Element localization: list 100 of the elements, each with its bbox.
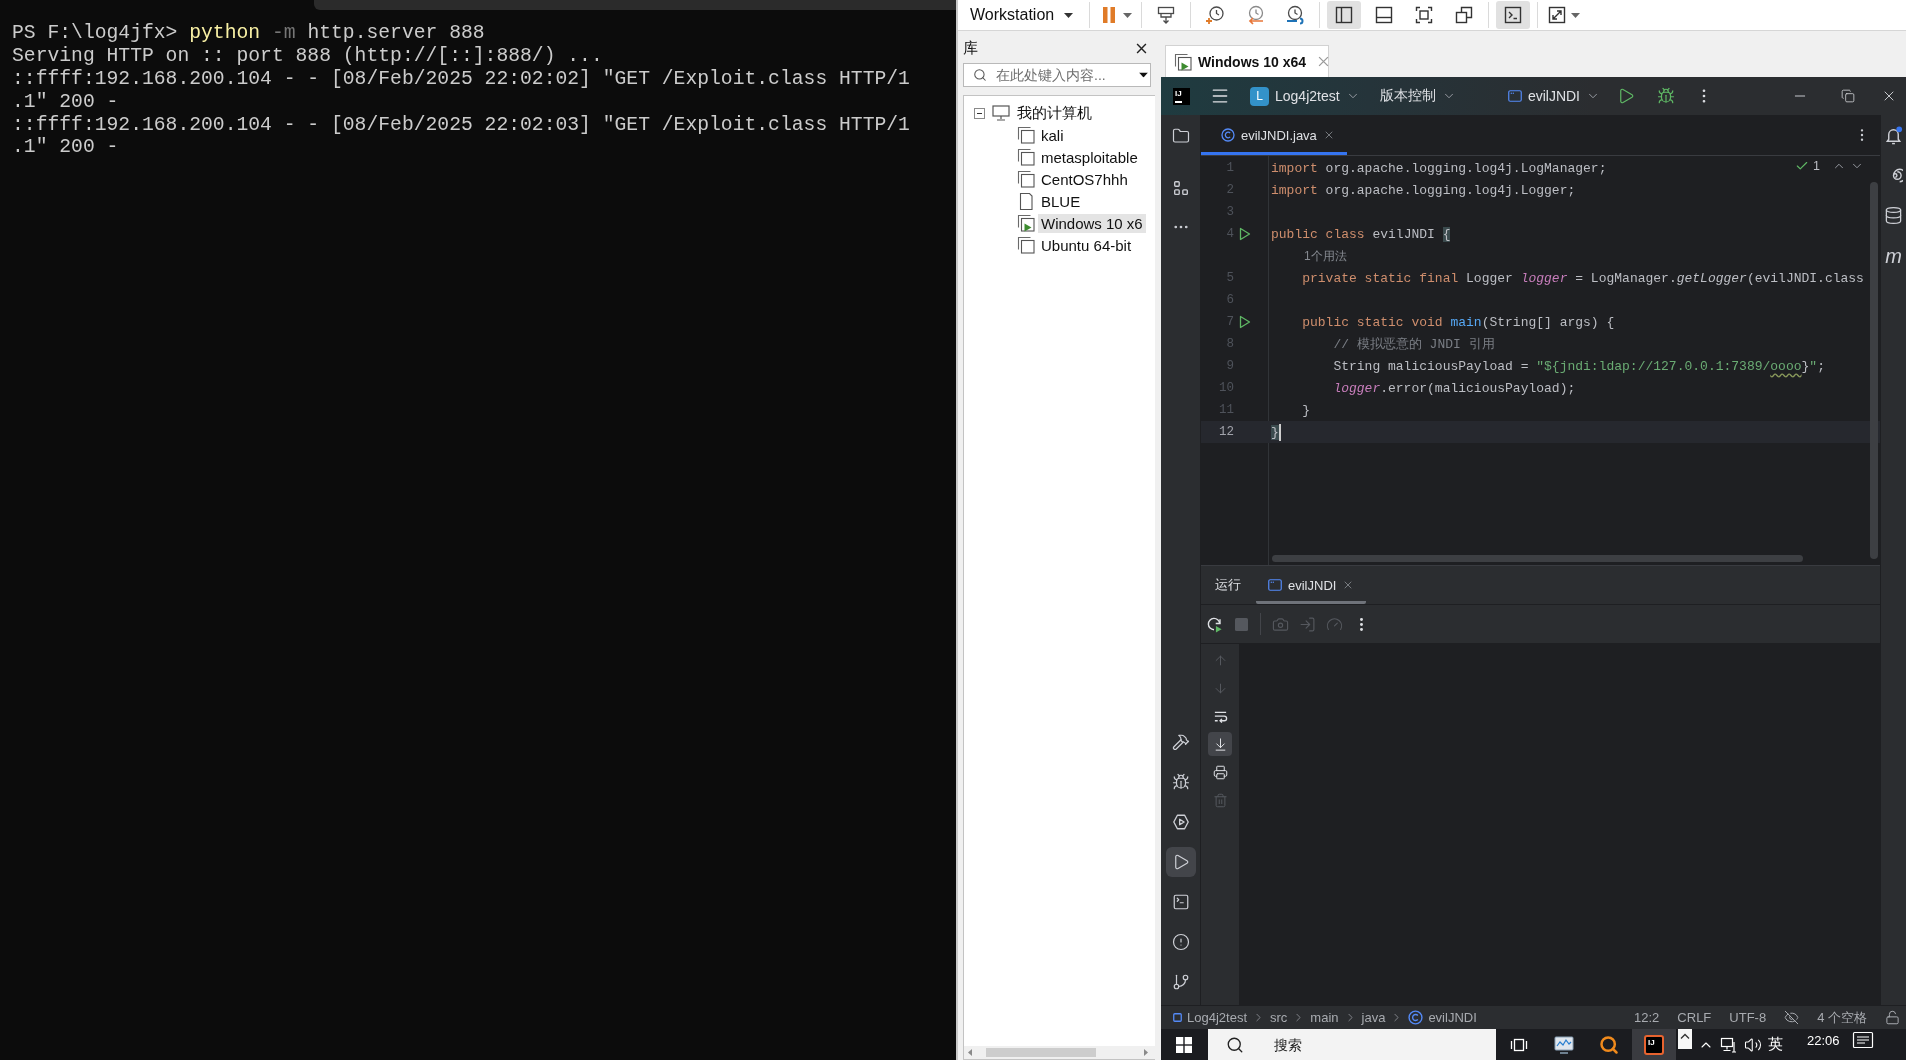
editor-tab[interactable]: evilJNDI.java	[1201, 115, 1347, 155]
window-panes-icon	[1176, 1036, 1192, 1053]
terminal-line: PS F:\log4jfx> python -m http.server 888	[12, 22, 485, 45]
hammer-icon[interactable]	[1171, 733, 1190, 751]
folder-icon[interactable]	[1171, 127, 1190, 145]
play-outline-icon[interactable]	[1239, 315, 1251, 329]
tree-item[interactable]: BLUE	[1038, 191, 1084, 211]
letter-m-button[interactable]: m	[1885, 246, 1902, 266]
run-config-selector[interactable]: evilJNDI	[1501, 81, 1606, 111]
breadcrumb[interactable]: main	[1310, 1010, 1339, 1025]
toolbar-button[interactable]	[1327, 1, 1362, 29]
tool-window-button[interactable]	[1165, 847, 1196, 877]
project-badge: L	[1250, 86, 1269, 106]
usage-hint[interactable]: 1个用法	[1304, 247, 1347, 265]
restore-icon[interactable]	[1841, 89, 1855, 103]
bug-icon[interactable]	[1657, 87, 1675, 105]
code-line: }	[1301, 401, 1310, 420]
stacked-windows-play-icon	[1174, 52, 1192, 71]
breadcrumb[interactable]: evilJNDI	[1408, 1010, 1477, 1025]
hexagon-play-icon[interactable]	[1171, 813, 1190, 831]
close-icon[interactable]	[1136, 43, 1147, 54]
lock-open-icon[interactable]	[1885, 1010, 1900, 1025]
workstation-menu[interactable]: Workstation	[968, 2, 1078, 28]
horizontal-scrollbar[interactable]	[1272, 555, 1803, 562]
line-number: 11	[1218, 403, 1235, 417]
line-number: 9	[1225, 359, 1235, 373]
tree-item[interactable]: 我的计算机	[1014, 102, 1095, 124]
inspection-count[interactable]: 1	[1813, 159, 1820, 173]
caret-down-icon[interactable]	[1139, 72, 1148, 78]
run-tab[interactable]: evilJNDI	[1256, 566, 1367, 604]
vertical-scrollbar[interactable]	[1870, 182, 1878, 559]
computer-icon	[992, 104, 1010, 122]
check-icon[interactable]	[1795, 159, 1810, 173]
caret-up-tile-icon[interactable]	[1678, 1029, 1692, 1049]
notification-icon[interactable]	[1851, 1029, 1874, 1051]
encoding-selector[interactable]: UTF-8	[1729, 1010, 1767, 1025]
terminal-icon[interactable]	[1171, 893, 1190, 911]
clock-time[interactable]: 22:06	[1807, 1029, 1840, 1048]
line-number: 12	[1218, 425, 1235, 439]
circle-c-icon	[1408, 1010, 1424, 1025]
tree-item[interactable]: Ubuntu 64-bit	[1038, 235, 1135, 255]
taskbar-app-button[interactable]: IJ	[1632, 1029, 1676, 1060]
eye-off-icon[interactable]	[1784, 1010, 1800, 1025]
search-icon	[973, 68, 987, 82]
tree-item[interactable]: kali	[1038, 125, 1067, 145]
vm-tab[interactable]: Windows 10 x64	[1165, 45, 1329, 77]
library-title: 库	[963, 39, 978, 58]
play-outline-icon[interactable]	[1239, 227, 1251, 241]
terminal-icon	[1503, 5, 1524, 25]
bell-icon[interactable]	[1884, 126, 1903, 145]
code-line: import org.apache.logging.log4j.LogManager;	[1271, 159, 1607, 178]
toolbar-button[interactable]	[1496, 1, 1531, 29]
network-icon[interactable]	[1720, 1035, 1738, 1054]
structure-icon[interactable]	[1171, 179, 1190, 197]
line-number: 1	[1225, 161, 1235, 175]
input-method-indicator[interactable]: 英	[1768, 1035, 1783, 1054]
collapse-icon[interactable]	[974, 107, 985, 119]
window-icon	[1268, 578, 1282, 592]
line-number: 7	[1225, 315, 1235, 329]
search-field[interactable]: 在此处键入内容...	[963, 63, 1151, 87]
breadcrumb[interactable]: src	[1270, 1010, 1288, 1025]
search-field[interactable]: 搜索	[1208, 1029, 1496, 1060]
terminal-line: Serving HTTP on :: port 888 (http://[::]:888/) ...	[12, 44, 603, 68]
expand-icon	[1547, 5, 1568, 25]
line-number: 4	[1225, 227, 1235, 241]
caret-position[interactable]: 12:2	[1634, 1010, 1660, 1025]
monitor-down-arrow-icon	[1156, 5, 1177, 25]
tree-item[interactable]: CentOS7hhh	[1038, 169, 1131, 189]
line-ending-selector[interactable]: CRLF	[1677, 1010, 1712, 1025]
line-number: 8	[1225, 337, 1235, 351]
search-icon	[1226, 1035, 1244, 1054]
code-line: public class evilJNDI {	[1271, 225, 1451, 244]
terminal-line: .1" 200 -	[12, 136, 119, 160]
git-branch-icon[interactable]	[1171, 973, 1190, 991]
window-icon	[1507, 89, 1522, 103]
line-number: 5	[1225, 271, 1235, 285]
terminal-line: ::ffff:192.168.200.104 - - [08/Feb/2025 22:02:02] "GET /Exploit.class HTTP/1	[12, 67, 910, 91]
terminal-line: ::ffff:192.168.200.104 - - [08/Feb/2025 22:02:03] "GET /Exploit.class HTTP/1	[12, 113, 910, 137]
vcs-menu[interactable]: 版本控制	[1373, 81, 1462, 111]
line-number: 10	[1218, 381, 1235, 395]
horizontal-scrollbar[interactable]	[964, 1046, 1155, 1059]
indent-selector[interactable]: 4 个空格	[1817, 1008, 1867, 1027]
panel-title: 运行	[1215, 576, 1241, 594]
code-line: private static final Logger logger = LogManager.getLogger(evilJNDI.class	[1301, 269, 1864, 288]
fit-frame-icon	[1414, 5, 1435, 25]
database-icon[interactable]	[1884, 206, 1903, 225]
line-number: 2	[1225, 183, 1235, 197]
breadcrumb[interactable]: java	[1361, 1010, 1386, 1025]
tree-item[interactable]: Windows 10 x6	[1038, 213, 1146, 233]
breadcrumb[interactable]: Log4j2test	[1173, 1010, 1247, 1025]
code-line: logger.error(maliciousPayload);	[1332, 379, 1576, 398]
play-icon[interactable]	[1617, 87, 1635, 105]
caret-down-icon[interactable]	[1064, 12, 1074, 18]
alert-circle-icon[interactable]	[1171, 933, 1190, 951]
volume-icon[interactable]	[1744, 1035, 1762, 1054]
bug-icon[interactable]	[1171, 773, 1190, 791]
project-selector[interactable]: L Log4j2test	[1244, 81, 1366, 111]
square-icon	[1173, 1013, 1182, 1022]
monitor-chart-icon	[1553, 1033, 1575, 1056]
tree-item[interactable]: metasploitable	[1038, 147, 1141, 167]
